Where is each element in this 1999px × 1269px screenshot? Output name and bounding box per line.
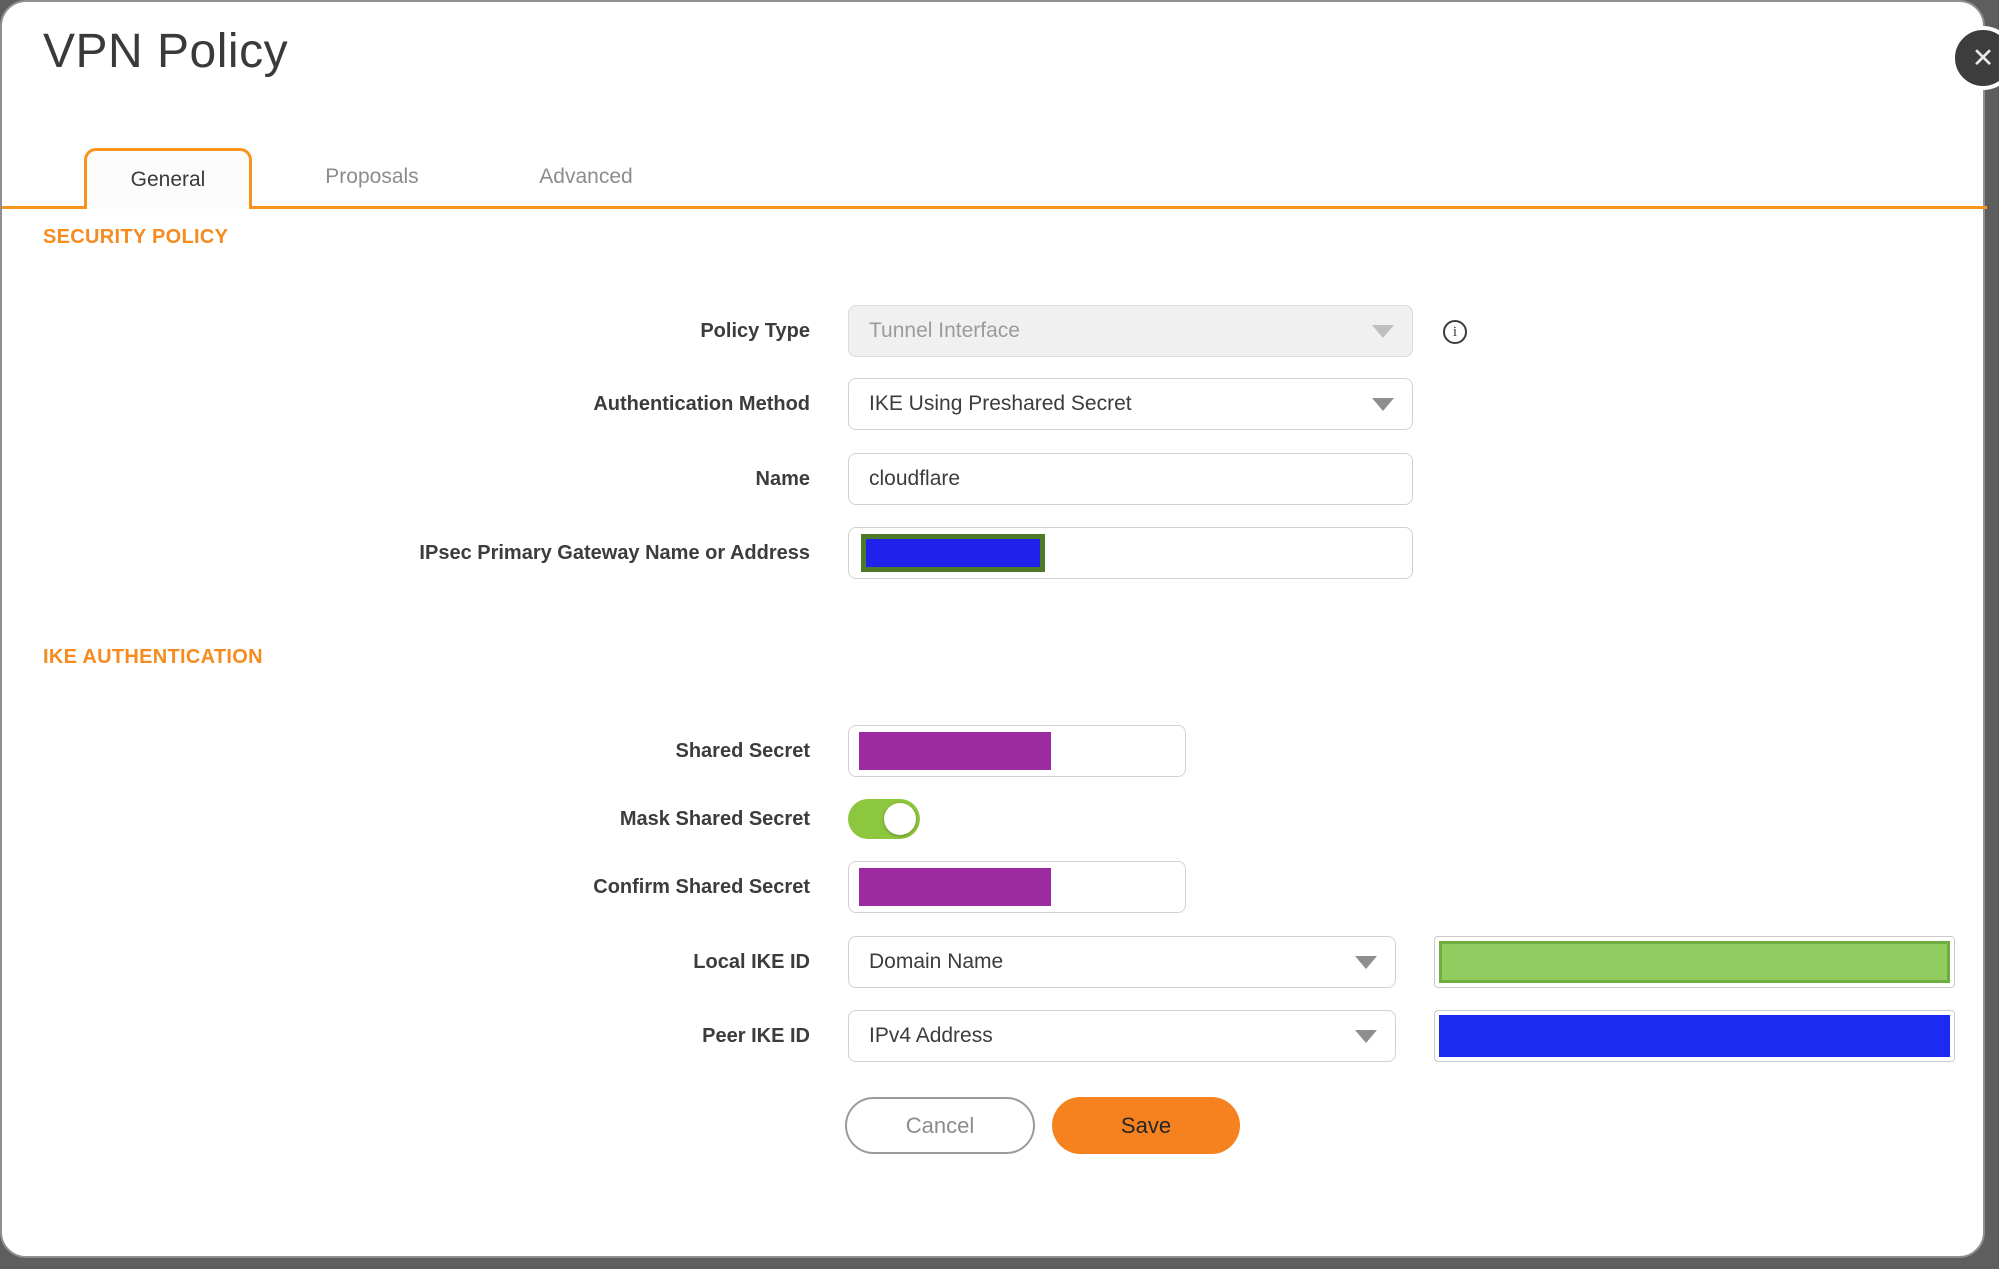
ipsec-primary-gateway-row: IPsec Primary Gateway Name or Address	[2, 527, 1987, 579]
peer-ike-id-type-value: IPv4 Address	[869, 1024, 993, 1047]
tab-advanced-label: Advanced	[539, 165, 633, 188]
cancel-button[interactable]: Cancel	[845, 1097, 1035, 1154]
peer-ike-id-label: Peer IKE ID	[702, 1024, 810, 1047]
vpn-policy-dialog: VPN Policy General Proposals Advanced SE…	[0, 0, 1987, 1258]
shared-secret-row: Shared Secret	[2, 725, 1987, 777]
authentication-method-label: Authentication Method	[593, 392, 810, 415]
ipsec-primary-gateway-input[interactable]	[848, 527, 1413, 579]
local-ike-id-row: Local IKE ID Domain Name	[2, 936, 1987, 988]
mask-shared-secret-label: Mask Shared Secret	[619, 807, 810, 830]
tab-bar-underline	[2, 206, 1987, 209]
confirm-shared-secret-row: Confirm Shared Secret	[2, 861, 1987, 913]
tab-general[interactable]: General	[84, 148, 252, 209]
mask-shared-secret-row: Mask Shared Secret	[2, 799, 1987, 839]
name-row: Name cloudflare	[2, 453, 1987, 505]
redacted-shared-secret-value	[859, 732, 1051, 770]
name-input-value: cloudflare	[869, 467, 961, 490]
tab-general-label: General	[130, 168, 206, 191]
authentication-method-select[interactable]: IKE Using Preshared Secret	[848, 378, 1413, 430]
info-icon-glyph: i	[1452, 323, 1458, 340]
chevron-down-icon	[1372, 324, 1394, 338]
peer-ike-id-value-input[interactable]	[1434, 1010, 1955, 1062]
redacted-gateway-value	[861, 534, 1045, 572]
tab-advanced[interactable]: Advanced	[507, 148, 665, 206]
tab-proposals-label: Proposals	[325, 165, 419, 188]
confirm-shared-secret-input[interactable]	[848, 861, 1186, 913]
toggle-knob	[884, 803, 916, 835]
confirm-shared-secret-label: Confirm Shared Secret	[593, 875, 810, 898]
policy-type-value: Tunnel Interface	[869, 319, 1020, 342]
section-heading-ike-authentication: IKE AUTHENTICATION	[43, 646, 263, 668]
peer-ike-id-row: Peer IKE ID IPv4 Address	[2, 1010, 1987, 1062]
chevron-down-icon	[1355, 955, 1377, 969]
mask-shared-secret-toggle[interactable]	[848, 799, 920, 839]
redacted-peer-ike-id-value	[1439, 1015, 1950, 1057]
authentication-method-row: Authentication Method IKE Using Preshare…	[2, 378, 1987, 430]
info-icon[interactable]: i	[1443, 320, 1467, 344]
ipsec-primary-gateway-label: IPsec Primary Gateway Name or Address	[419, 541, 810, 564]
name-input[interactable]: cloudflare	[848, 453, 1413, 505]
shared-secret-label: Shared Secret	[675, 739, 810, 762]
tab-proposals[interactable]: Proposals	[292, 148, 452, 206]
policy-type-row: Policy Type Tunnel Interface i	[2, 305, 1987, 357]
name-label: Name	[755, 467, 810, 490]
redacted-confirm-secret-value	[859, 868, 1051, 906]
chevron-down-icon	[1372, 397, 1394, 411]
local-ike-id-type-select[interactable]: Domain Name	[848, 936, 1396, 988]
chevron-down-icon	[1355, 1029, 1377, 1043]
local-ike-id-type-value: Domain Name	[869, 950, 1004, 973]
authentication-method-value: IKE Using Preshared Secret	[869, 392, 1132, 415]
policy-type-select: Tunnel Interface	[848, 305, 1413, 357]
local-ike-id-label: Local IKE ID	[693, 950, 810, 973]
redacted-local-ike-id-value	[1439, 941, 1950, 983]
page-backdrop: { "dialog": { "title": "VPN Policy" }, "…	[0, 0, 1999, 1269]
save-button[interactable]: Save	[1052, 1097, 1240, 1154]
peer-ike-id-type-select[interactable]: IPv4 Address	[848, 1010, 1396, 1062]
local-ike-id-value-input[interactable]	[1434, 936, 1955, 988]
policy-type-label: Policy Type	[700, 319, 810, 342]
close-icon: ✕	[1971, 42, 1995, 73]
section-heading-security-policy: SECURITY POLICY	[43, 226, 229, 248]
page-title: VPN Policy	[43, 25, 289, 78]
shared-secret-input[interactable]	[848, 725, 1186, 777]
